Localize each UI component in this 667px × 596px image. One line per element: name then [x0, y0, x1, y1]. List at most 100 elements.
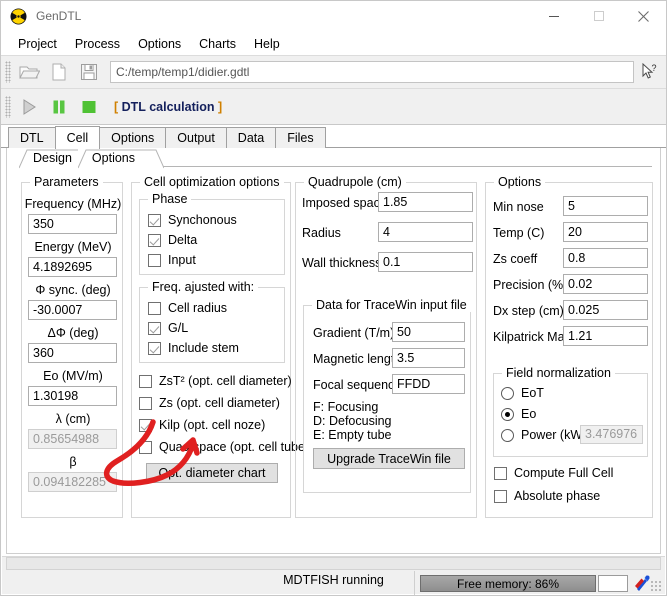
energy-input[interactable]: 4.1892695 — [28, 257, 117, 277]
eo-input[interactable]: 1.30198 — [28, 386, 117, 406]
minimize-button[interactable] — [531, 1, 576, 32]
wall-thickness-label: Wall thickness — [302, 256, 381, 270]
status-bar: MDTFISH running Free memory: 86% — [2, 556, 665, 594]
resize-grip[interactable] — [650, 580, 662, 592]
min-nose-input[interactable]: 5 — [563, 196, 648, 216]
status-progress-strip — [6, 557, 661, 570]
tools-icon[interactable] — [632, 573, 652, 593]
gradient-label: Gradient (T/m) — [313, 326, 394, 340]
tab-options[interactable]: Options — [99, 127, 166, 148]
bracket-close: ] — [218, 100, 222, 114]
radius-input[interactable]: 4 — [378, 222, 473, 242]
save-disk-icon[interactable] — [74, 58, 104, 86]
focal-sequence-input[interactable]: FFDD — [392, 374, 465, 394]
wall-thickness-input[interactable]: 0.1 — [378, 252, 473, 272]
open-folder-icon[interactable] — [14, 58, 44, 86]
inner-tab-options[interactable]: Options — [78, 149, 149, 168]
play-icon[interactable] — [14, 93, 44, 121]
frequency-input[interactable]: 350 — [28, 214, 117, 234]
tab-dtl[interactable]: DTL — [8, 127, 56, 148]
note-empty-tube: E: Empty tube — [313, 428, 392, 442]
tab-output[interactable]: Output — [165, 127, 227, 148]
checkbox-input[interactable]: Input — [148, 253, 196, 267]
checkbox-include-stem[interactable]: Include stem — [148, 341, 239, 355]
close-button[interactable] — [621, 1, 666, 32]
radio-power-label: Power (kW) — [521, 428, 586, 442]
window-controls — [531, 1, 666, 32]
checkbox-gl[interactable]: G/L — [148, 321, 188, 335]
beta-label: β — [24, 455, 122, 469]
parameters-legend: Parameters — [30, 175, 103, 189]
kilpatrick-max-input[interactable]: 1.21 — [563, 326, 648, 346]
min-nose-label: Min nose — [493, 200, 544, 214]
checkbox-zst2-label: ZsT² (opt. cell diameter) — [159, 374, 292, 388]
new-file-icon[interactable] — [44, 58, 74, 86]
imposed-space-input[interactable]: 1.85 — [378, 192, 473, 212]
tab-cell[interactable]: Cell — [55, 126, 101, 149]
lambda-input: 0.85654988 — [28, 429, 117, 449]
run-toolbar-grip[interactable] — [5, 96, 11, 118]
checkbox-compute-full-cell[interactable]: Compute Full Cell — [494, 466, 613, 480]
phase-legend: Phase — [148, 192, 191, 206]
radio-power[interactable]: Power (kW) — [501, 428, 586, 442]
checkbox-cell-radius-box — [148, 302, 161, 315]
quadrupole-group: Quadrupole (cm) Imposed space 1.85 Radiu… — [295, 182, 477, 518]
dx-step-label: Dx step (cm) — [493, 304, 564, 318]
checkbox-quad-space[interactable]: Quad space (opt. cell tube) — [139, 440, 309, 454]
tab-data[interactable]: Data — [226, 127, 276, 148]
cell-optimization-legend: Cell optimization options — [140, 175, 284, 189]
checkbox-include-stem-box — [148, 342, 161, 355]
checkbox-synchonous[interactable]: Synchonous — [148, 213, 237, 227]
free-memory-button[interactable]: Free memory: 86% — [420, 575, 596, 592]
zs-coeff-input[interactable]: 0.8 — [563, 248, 648, 268]
pause-icon[interactable] — [44, 93, 74, 121]
magnetic-length-input[interactable]: 3.5 — [392, 348, 465, 368]
menu-help[interactable]: Help — [245, 35, 289, 53]
checkbox-zs-label: Zs (opt. cell diameter) — [159, 396, 280, 410]
menu-charts[interactable]: Charts — [190, 35, 245, 53]
help-pointer-icon[interactable]: ? — [638, 63, 662, 81]
radio-eot[interactable]: EoT — [501, 386, 544, 400]
checkbox-quad-space-label: Quad space (opt. cell tube) — [159, 440, 309, 454]
gradient-input[interactable]: 50 — [392, 322, 465, 342]
stop-icon[interactable] — [74, 93, 104, 121]
checkbox-absolute-phase-box — [494, 490, 507, 503]
checkbox-zst2[interactable]: ZsT² (opt. cell diameter) — [139, 374, 292, 388]
parameters-group: Parameters Frequency (MHz) 350 Energy (M… — [21, 182, 123, 518]
checkbox-quad-space-box — [139, 441, 152, 454]
note-defocusing: D: Defocusing — [313, 414, 392, 428]
menu-project[interactable]: Project — [9, 35, 66, 53]
checkbox-delta[interactable]: Delta — [148, 233, 197, 247]
phi-sync-input[interactable]: -30.0007 — [28, 300, 117, 320]
application-window: GenDTL Project Process Options Charts He… — [0, 0, 667, 596]
radio-eo[interactable]: Eo — [501, 407, 536, 421]
temp-input[interactable]: 20 — [563, 222, 648, 242]
menu-process[interactable]: Process — [66, 35, 129, 53]
checkbox-absolute-phase[interactable]: Absolute phase — [494, 489, 600, 503]
checkbox-gl-label: G/L — [168, 321, 188, 335]
checkbox-compute-full-cell-box — [494, 467, 507, 480]
checkbox-cell-radius[interactable]: Cell radius — [148, 301, 227, 315]
opt-diameter-chart-button[interactable]: Opt. diameter chart — [146, 463, 278, 483]
checkbox-zst2-box — [139, 375, 152, 388]
inner-tab-design[interactable]: Design — [19, 149, 86, 168]
status-separator — [414, 571, 415, 595]
tracewin-group: Data for TraceWin input file Gradient (T… — [303, 305, 471, 493]
checkbox-kilp[interactable]: Kilp (opt. cell noze) — [139, 418, 265, 432]
menu-options[interactable]: Options — [129, 35, 190, 53]
tab-files[interactable]: Files — [275, 127, 325, 148]
toolbar-grip[interactable] — [5, 61, 11, 83]
delta-phi-input[interactable]: 360 — [28, 343, 117, 363]
precision-input[interactable]: 0.02 — [563, 274, 648, 294]
maximize-button[interactable] — [576, 1, 621, 32]
dx-step-input[interactable]: 0.025 — [563, 300, 648, 320]
file-path-field[interactable]: C:/temp/temp1/didier.gdtl — [110, 61, 634, 83]
window-title: GenDTL — [36, 9, 531, 23]
svg-text:?: ? — [652, 63, 657, 73]
checkbox-zs[interactable]: Zs (opt. cell diameter) — [139, 396, 280, 410]
cell-optimization-group: Cell optimization options Phase Synchono… — [131, 182, 291, 518]
precision-label: Precision (%) — [493, 278, 567, 292]
zs-coeff-label: Zs coeff — [493, 252, 537, 266]
upgrade-tracewin-button[interactable]: Upgrade TraceWin file — [313, 448, 465, 469]
quadrupole-legend: Quadrupole (cm) — [304, 175, 406, 189]
